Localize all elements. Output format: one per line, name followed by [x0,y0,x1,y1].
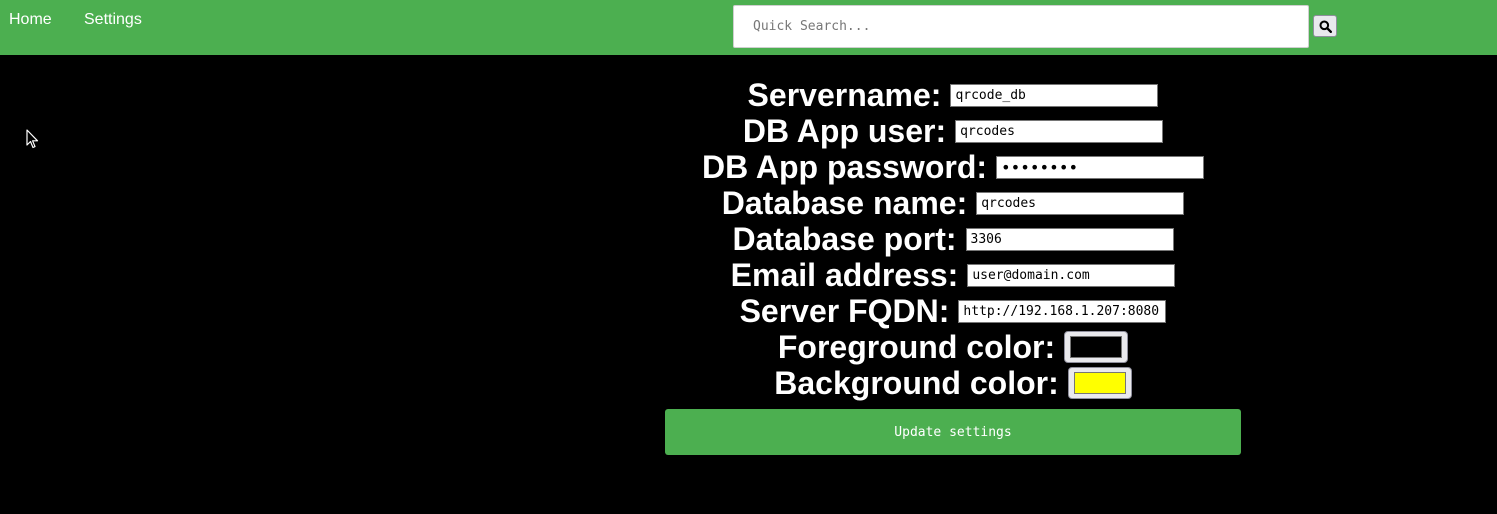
db-app-user-label: DB App user: [742,113,947,149]
foreground-color-picker[interactable] [1064,331,1129,363]
foreground-color-swatch [1070,336,1123,358]
db-app-password-label: DB App password: [701,149,988,185]
db-app-user-row: DB App user: [665,113,1241,149]
nav-settings-link[interactable]: Settings [84,11,142,29]
email-address-field[interactable] [967,263,1176,287]
db-app-user-field[interactable] [955,119,1164,143]
background-color-label: Background color: [774,365,1059,401]
foreground-color-label: Foreground color: [777,329,1056,365]
background-color-picker[interactable] [1067,367,1132,399]
background-color-row: Background color: [665,365,1241,401]
mouse-pointer-icon [26,129,39,149]
database-port-field[interactable] [965,227,1174,251]
servername-row: Servername: [665,77,1241,113]
server-fqdn-label: Server FQDN: [739,293,950,329]
search-button[interactable] [1313,15,1337,37]
servername-field[interactable] [950,83,1159,107]
email-address-label: Email address: [730,257,959,293]
server-fqdn-row: Server FQDN: [665,293,1241,329]
update-settings-button[interactable]: Update settings [665,409,1241,455]
database-port-label: Database port: [732,221,957,257]
database-name-row: Database name: [665,185,1241,221]
nav-home-link[interactable]: Home [9,11,52,29]
db-app-password-field[interactable] [996,155,1205,179]
background-color-swatch [1073,372,1126,394]
db-app-password-row: DB App password: [665,149,1241,185]
search-icon [1319,20,1332,33]
servername-label: Servername: [747,77,942,113]
server-fqdn-field[interactable] [958,299,1167,323]
top-navbar: Home Settings [0,0,1497,55]
search-input[interactable] [733,5,1309,48]
email-address-row: Email address: [665,257,1241,293]
database-name-label: Database name: [721,185,968,221]
foreground-color-row: Foreground color: [665,329,1241,365]
database-name-field[interactable] [976,191,1185,215]
database-port-row: Database port: [665,221,1241,257]
